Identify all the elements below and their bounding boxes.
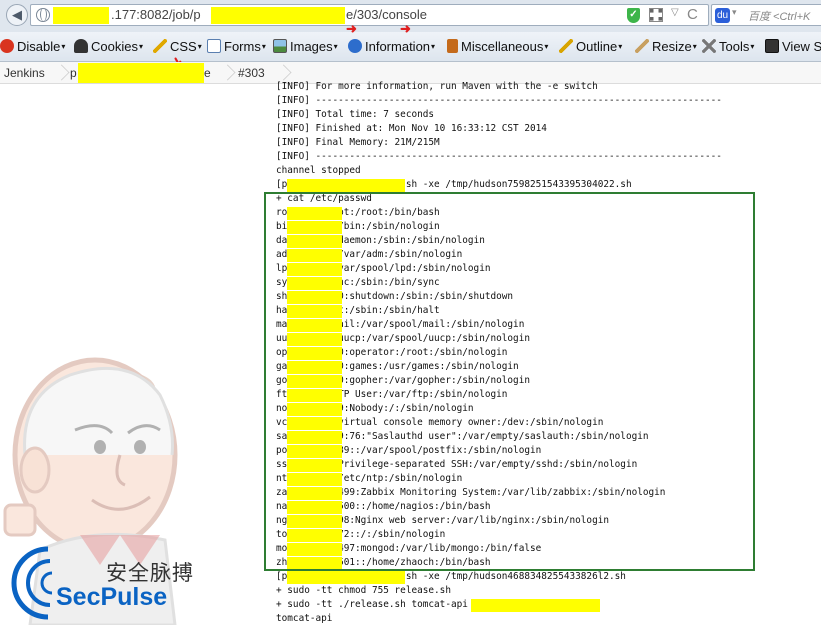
resize-menu[interactable]: Resize▾	[635, 39, 697, 54]
search-placeholder: 百度 <Ctrl+K	[748, 11, 811, 23]
chevron-down-icon[interactable]: ▾	[732, 7, 737, 18]
disable-icon	[0, 39, 14, 53]
console-line: [INFO] Finished at: Mon Nov 10 16:33:12 …	[276, 123, 547, 134]
outline-menu[interactable]: Outline▾	[559, 39, 622, 54]
qr-code-icon[interactable]	[649, 8, 663, 22]
back-icon: ◀	[12, 7, 22, 22]
view-source-icon	[765, 39, 779, 53]
console-line: tomcat-api	[276, 613, 333, 624]
css-icon	[153, 39, 167, 53]
secpulse-english-name: SecPulse	[56, 583, 168, 611]
back-button[interactable]: ◀	[6, 4, 28, 26]
console-line: channel stopped	[276, 165, 361, 176]
annotation-arrow: ➜	[400, 21, 411, 36]
redaction-block	[287, 571, 405, 584]
secpulse-watermark: 安全脉搏 SecPulse	[8, 543, 208, 623]
redaction-block	[471, 599, 600, 612]
forms-menu[interactable]: Forms▾	[207, 39, 266, 54]
redaction-block	[78, 63, 204, 83]
console-line: [INFO] ---------------------------------…	[276, 95, 722, 106]
console-line: [INFO] ---------------------------------…	[276, 151, 722, 162]
information-icon	[348, 39, 362, 53]
tools-icon	[702, 39, 716, 53]
shield-icon[interactable]: ✓	[627, 8, 640, 23]
breadcrumb-build[interactable]: #303	[238, 66, 265, 80]
information-menu[interactable]: Information▾	[348, 39, 435, 54]
url-text-visible-tail: e/303/console	[346, 7, 427, 22]
breadcrumb-separator	[220, 62, 230, 84]
url-field[interactable]: .177:8082/job/p e/303/console ✓ ▽ C	[30, 4, 709, 26]
images-icon	[273, 39, 287, 53]
tools-menu[interactable]: Tools▾	[702, 39, 754, 54]
console-line: + sudo -tt chmod 755 release.sh	[276, 585, 451, 596]
search-field[interactable]: du ▾ 百度 <Ctrl+K	[711, 4, 821, 26]
console-line: [p ] $ /bin/sh -xe /tmp/hudson4688348255…	[276, 571, 626, 584]
breadcrumb-jenkins[interactable]: Jenkins	[4, 66, 45, 80]
breadcrumb-separator	[54, 62, 64, 84]
console-line: [INFO] For more information, run Maven w…	[276, 81, 598, 92]
annotation-arrow: ➜	[346, 21, 357, 36]
redaction-block	[287, 179, 405, 192]
miscellaneous-menu[interactable]: Miscellaneous▾	[447, 39, 548, 54]
breadcrumb-job-start[interactable]: p	[70, 66, 77, 80]
redaction-block	[211, 7, 345, 24]
console-line: [INFO] Final Memory: 21M/215M	[276, 137, 440, 148]
reload-icon[interactable]: C	[687, 6, 698, 23]
history-dropdown-icon[interactable]: ▽	[671, 7, 679, 18]
console-line: [INFO] Total time: 7 seconds	[276, 109, 435, 120]
url-text-visible: .177:8082/job/p	[111, 7, 201, 22]
web-developer-toolbar: Disable▾ Cookies▾ CSS▾ Forms▾ Images▾ In…	[0, 21, 821, 70]
cookies-menu[interactable]: Cookies▾	[74, 39, 143, 54]
resize-icon	[635, 39, 649, 53]
miscellaneous-icon	[447, 39, 458, 53]
baidu-icon[interactable]: du	[715, 8, 730, 23]
view-source-menu[interactable]: View S	[765, 39, 821, 54]
images-menu[interactable]: Images▾	[273, 39, 338, 54]
console-line: + sudo -tt ./release.sh tomcat-api p	[276, 598, 816, 612]
forms-icon	[207, 39, 221, 53]
highlight-frame	[264, 192, 755, 571]
globe-icon	[36, 8, 50, 22]
breadcrumb-job-end[interactable]: e	[204, 66, 211, 80]
console-line: [p ] $ /bin/sh -xe /tmp/hudson7598251543…	[276, 179, 632, 192]
redaction-block	[53, 7, 109, 24]
outline-icon	[559, 39, 573, 53]
css-menu[interactable]: CSS▾	[153, 39, 202, 54]
cookies-icon	[74, 39, 88, 53]
disable-menu[interactable]: Disable▾	[0, 39, 65, 54]
